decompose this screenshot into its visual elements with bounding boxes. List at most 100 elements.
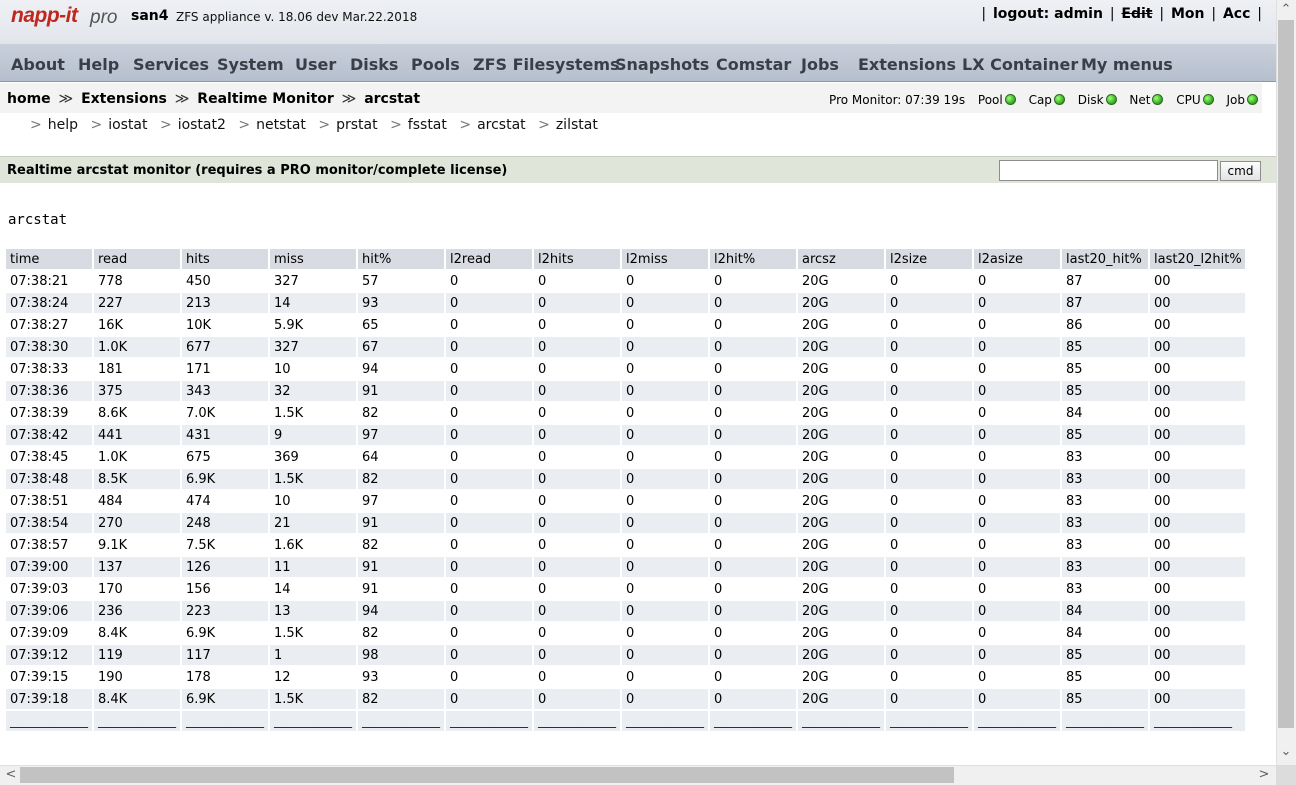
menu-jobs[interactable]: Jobs xyxy=(801,55,839,74)
table-cell: 0 xyxy=(886,337,972,357)
scroll-left-icon[interactable]: < xyxy=(4,768,18,781)
menu-snapshots[interactable]: Snapshots xyxy=(615,55,709,74)
table-cell: 0 xyxy=(710,447,796,467)
table-cell: 94 xyxy=(358,359,444,379)
subnav-iostat2[interactable]: iostat2 xyxy=(178,117,226,133)
column-header: l2hit% xyxy=(710,249,796,269)
scroll-up-icon[interactable]: ⌃ xyxy=(1279,3,1293,16)
table-cell: 07:38:48 xyxy=(6,469,92,489)
table-cell: 0 xyxy=(974,293,1060,313)
scroll-down-icon[interactable]: ⌄ xyxy=(1279,745,1293,758)
cmd-button[interactable]: cmd xyxy=(1220,161,1261,181)
table-cell: 0 xyxy=(886,557,972,577)
table-cell: 85 xyxy=(1062,645,1148,665)
table-cell: 00 xyxy=(1150,601,1245,621)
breadcrumb-home[interactable]: home xyxy=(7,91,51,107)
table-cell: 6.9K xyxy=(182,623,268,643)
scroll-right-icon[interactable]: > xyxy=(1257,768,1271,781)
menu-system[interactable]: System xyxy=(217,55,284,74)
subnav-arrow-icon: > xyxy=(159,117,172,133)
menu-about[interactable]: About xyxy=(11,55,65,74)
breadcrumb-separator: ≫ xyxy=(341,91,357,107)
menu-comstar[interactable]: Comstar xyxy=(716,55,791,74)
table-cell: 00 xyxy=(1150,425,1245,445)
table-cell: 07:38:57 xyxy=(6,535,92,555)
table-cell: 0 xyxy=(886,271,972,291)
menu-pools[interactable]: Pools xyxy=(411,55,460,74)
table-cell: 0 xyxy=(974,579,1060,599)
table-cell: 14 xyxy=(270,579,356,599)
edit-link[interactable]: Edit xyxy=(1121,6,1152,22)
table-cell: 0 xyxy=(710,271,796,291)
menu-lx-container[interactable]: LX Container xyxy=(962,55,1078,74)
subnav-prstat[interactable]: prstat xyxy=(336,117,378,133)
scrollbar-corner xyxy=(1276,765,1296,785)
table-cell: 0 xyxy=(974,601,1060,621)
table-cell: 20G xyxy=(798,403,884,423)
table-cell: 07:38:45 xyxy=(6,447,92,467)
subnav-arcstat[interactable]: arcstat xyxy=(477,117,526,133)
indicator-net[interactable]: Net xyxy=(1129,93,1164,107)
indicator-cap[interactable]: Cap xyxy=(1029,93,1065,107)
table-footer-cell: ____________ xyxy=(6,711,92,731)
breadcrumb-realtime-monitor[interactable]: Realtime Monitor xyxy=(197,91,334,107)
menu-my-menus[interactable]: My menus xyxy=(1081,55,1173,74)
subnav-iostat[interactable]: iostat xyxy=(108,117,147,133)
table-cell: 07:39:18 xyxy=(6,689,92,709)
subnav-arrow-icon: > xyxy=(390,117,402,133)
breadcrumb-arcstat[interactable]: arcstat xyxy=(364,91,420,107)
table-cell: 07:39:03 xyxy=(6,579,92,599)
vertical-scroll-thumb[interactable] xyxy=(1278,20,1294,728)
table-cell: 64 xyxy=(358,447,444,467)
table-cell: 13 xyxy=(270,601,356,621)
table-cell: 0 xyxy=(886,535,972,555)
subnav-zilstat[interactable]: zilstat xyxy=(556,117,598,133)
table-cell: 00 xyxy=(1150,359,1245,379)
table-cell: 0 xyxy=(534,359,620,379)
table-cell: 0 xyxy=(886,645,972,665)
main-menu: About Help Services System User Disks Po… xyxy=(0,44,1276,82)
acc-link[interactable]: Acc xyxy=(1223,6,1250,22)
table-cell: 0 xyxy=(622,557,708,577)
table-cell: 0 xyxy=(974,557,1060,577)
table-cell: 07:39:12 xyxy=(6,645,92,665)
menu-zfs-filesystems[interactable]: ZFS Filesystems xyxy=(473,55,620,74)
subnav-netstat[interactable]: netstat xyxy=(256,117,306,133)
indicator-disk[interactable]: Disk xyxy=(1078,93,1117,107)
menu-extensions[interactable]: Extensions xyxy=(858,55,956,74)
indicator-job[interactable]: Job xyxy=(1227,93,1258,107)
table-row: 07:38:48 8.5K 6.9K 1.5K 82 0 0 0 0 20G 0 0 83 00 xyxy=(6,469,1245,489)
pro-monitor-time[interactable]: Pro Monitor: 07:39 19s xyxy=(829,93,965,107)
table-cell: 0 xyxy=(622,535,708,555)
table-cell: 00 xyxy=(1150,469,1245,489)
cmd-input[interactable] xyxy=(999,160,1218,181)
indicator-pool[interactable]: Pool xyxy=(978,93,1016,107)
mon-link[interactable]: Mon xyxy=(1171,6,1205,22)
breadcrumb-extensions[interactable]: Extensions xyxy=(81,91,167,107)
table-cell: 0 xyxy=(974,403,1060,423)
menu-disks[interactable]: Disks xyxy=(350,55,398,74)
table-cell: 0 xyxy=(534,513,620,533)
menu-user[interactable]: User xyxy=(295,55,336,74)
table-cell: 0 xyxy=(974,447,1060,467)
table-cell: 0 xyxy=(710,557,796,577)
menu-services[interactable]: Services xyxy=(133,55,209,74)
table-cell: 0 xyxy=(534,535,620,555)
column-header: l2read xyxy=(446,249,532,269)
indicator-cpu[interactable]: CPU xyxy=(1176,93,1214,107)
table-cell: 82 xyxy=(358,535,444,555)
table-cell: 0 xyxy=(710,513,796,533)
table-cell: 83 xyxy=(1062,579,1148,599)
table-cell: 0 xyxy=(622,513,708,533)
subnav-help[interactable]: help xyxy=(48,117,78,133)
subnav-fsstat[interactable]: fsstat xyxy=(408,117,447,133)
table-cell: 00 xyxy=(1150,667,1245,687)
menu-help[interactable]: Help xyxy=(78,55,119,74)
horizontal-scroll-thumb[interactable] xyxy=(20,767,954,783)
column-header: hits xyxy=(182,249,268,269)
logout-link[interactable]: logout: admin xyxy=(993,6,1103,22)
table-cell: 83 xyxy=(1062,535,1148,555)
table-cell: 236 xyxy=(94,601,180,621)
table-cell: 8.4K xyxy=(94,689,180,709)
table-cell: 83 xyxy=(1062,513,1148,533)
